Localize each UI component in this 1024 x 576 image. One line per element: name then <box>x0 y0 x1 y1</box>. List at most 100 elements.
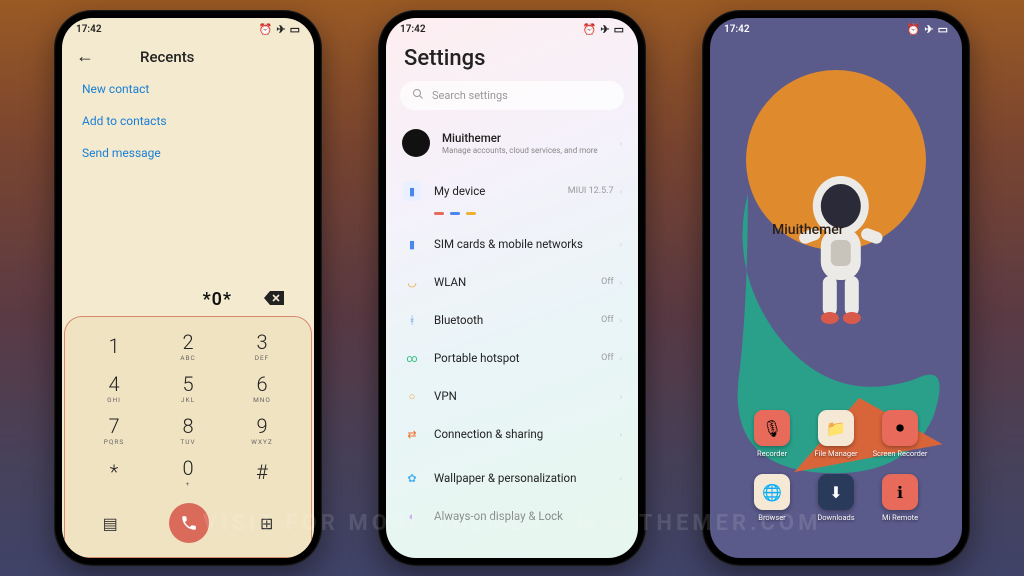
key-3[interactable]: 3DEF <box>225 327 299 367</box>
row-label: VPN <box>434 389 614 403</box>
key-8[interactable]: 8TUV <box>151 411 225 451</box>
send-message-link[interactable]: Send message <box>82 137 294 169</box>
alarm-icon: ⏰ <box>259 23 273 36</box>
row-meta: MIUI 12.5.7 <box>568 186 614 196</box>
backspace-icon[interactable] <box>264 290 284 309</box>
chevron-right-icon: › <box>620 316 622 325</box>
app-browser[interactable]: 🌐 Browser <box>740 474 804 522</box>
app-recorder[interactable]: 🎙 Recorder <box>740 410 804 458</box>
airplane-icon: ✈ <box>600 23 609 36</box>
folder-icon: 📁 <box>818 410 854 446</box>
astronaut-illustration <box>781 168 901 348</box>
chevron-right-icon: › <box>620 392 622 401</box>
call-button[interactable] <box>169 503 209 543</box>
settings-row-vpn[interactable]: ○ VPN › <box>400 377 624 415</box>
account-row[interactable]: Miuithemer Manage accounts, cloud servic… <box>400 120 624 166</box>
share-icon: ⇄ <box>402 424 422 444</box>
status-time: 17:42 <box>400 24 426 35</box>
app-mi-remote[interactable]: ℹ Mi Remote <box>868 474 932 522</box>
chevron-right-icon: › <box>620 430 622 439</box>
theme-label: Miuithemer <box>772 222 844 238</box>
key-7[interactable]: 7PQRS <box>77 411 151 451</box>
row-label: SIM cards & mobile networks <box>434 237 614 251</box>
chevron-right-icon: › <box>620 240 622 249</box>
settings-row-connection[interactable]: ⇄ Connection & sharing › <box>400 415 624 453</box>
key-9[interactable]: 9WXYZ <box>225 411 299 451</box>
sim-switch-icon[interactable]: ▤ <box>103 514 118 533</box>
bluetooth-icon: ᚼ <box>402 310 422 330</box>
dialpad-toggle-icon[interactable]: ⊞ <box>260 514 273 533</box>
aod-icon: ◐ <box>402 506 422 526</box>
device-icon: ▮ <box>402 181 422 201</box>
settings-row-bluetooth[interactable]: ᚼ Bluetooth Off › <box>400 301 624 339</box>
account-sub: Manage accounts, cloud services, and mor… <box>442 146 620 156</box>
wallpaper-icon: ✿ <box>402 468 422 488</box>
chevron-right-icon: › <box>620 474 622 483</box>
app-file-manager[interactable]: 📁 File Manager <box>804 410 868 458</box>
row-label: Portable hotspot <box>434 351 601 365</box>
page-title: Settings <box>386 40 638 81</box>
alarm-icon: ⏰ <box>583 23 597 36</box>
airplane-icon: ✈ <box>276 23 285 36</box>
hotspot-icon: ∞ <box>402 348 422 368</box>
battery-icon: ▭ <box>938 23 948 36</box>
settings-row-aod[interactable]: ◐ Always-on display & Lock <box>400 497 624 535</box>
row-meta: Off <box>601 353 613 363</box>
page-title: Recents <box>140 48 194 66</box>
battery-icon: ▭ <box>290 23 300 36</box>
avatar <box>402 129 430 157</box>
account-name: Miuithemer <box>442 131 620 145</box>
search-input[interactable]: Search settings <box>400 81 624 110</box>
settings-row-sim[interactable]: ▮ SIM cards & mobile networks › <box>400 225 624 263</box>
chevron-right-icon: › <box>620 354 622 363</box>
phone-homescreen: 17:42 ⏰ ✈ ▭ <box>702 10 970 566</box>
row-label: Always-on display & Lock <box>434 509 622 523</box>
phone-settings: 17:42 ⏰ ✈ ▭ Settings Search settings Miu… <box>378 10 646 566</box>
search-placeholder: Search settings <box>432 89 508 102</box>
chevron-right-icon: › <box>620 139 622 148</box>
row-label: Bluetooth <box>434 313 601 327</box>
battery-icon: ▭ <box>614 23 624 36</box>
sim-icon: ▮ <box>402 234 422 254</box>
key-star[interactable]: * <box>77 453 151 493</box>
key-5[interactable]: 5JKL <box>151 369 225 409</box>
row-label: My device <box>434 184 568 198</box>
chevron-right-icon: › <box>620 278 622 287</box>
new-contact-link[interactable]: New contact <box>82 73 294 105</box>
dialed-number: *0* <box>203 289 232 310</box>
key-2[interactable]: 2ABC <box>151 327 225 367</box>
key-0[interactable]: 0+ <box>151 453 225 493</box>
status-time: 17:42 <box>724 24 750 35</box>
key-hash[interactable]: # <box>225 453 299 493</box>
alarm-icon: ⏰ <box>907 23 921 36</box>
back-icon[interactable]: ← <box>76 46 94 67</box>
row-label: Wallpaper & personalization <box>434 471 620 485</box>
settings-row-wallpaper[interactable]: ✿ Wallpaper & personalization › <box>400 459 624 497</box>
my-device-row[interactable]: ▮ My device MIUI 12.5.7 › <box>400 172 624 210</box>
settings-row-wlan[interactable]: ◡ WLAN Off › <box>400 263 624 301</box>
accent-dots <box>400 210 624 219</box>
row-label: WLAN <box>434 275 601 289</box>
statusbar: 17:42 ⏰ ✈ ▭ <box>710 18 962 40</box>
vpn-icon: ○ <box>402 386 422 406</box>
settings-row-hotspot[interactable]: ∞ Portable hotspot Off › <box>400 339 624 377</box>
key-4[interactable]: 4GHI <box>77 369 151 409</box>
wifi-icon: ◡ <box>402 272 422 292</box>
add-to-contacts-link[interactable]: Add to contacts <box>82 105 294 137</box>
statusbar: 17:42 ⏰ ✈ ▭ <box>62 18 314 40</box>
search-icon <box>412 88 424 103</box>
chevron-right-icon: › <box>620 187 622 196</box>
key-1[interactable]: 1 <box>77 327 151 367</box>
row-meta: Off <box>601 315 613 325</box>
app-screen-recorder[interactable]: ⏺ Screen Recorder <box>868 410 932 458</box>
app-downloads[interactable]: ⬇ Downloads <box>804 474 868 522</box>
remote-icon: ℹ <box>882 474 918 510</box>
dial-keypad: 1 2ABC 3DEF 4GHI 5JKL 6MNO 7PQRS 8TUV 9W… <box>64 316 312 558</box>
phone-dialer: 17:42 ⏰ ✈ ▭ ← Recents New contact Add to… <box>54 10 322 566</box>
download-icon: ⬇ <box>818 474 854 510</box>
status-time: 17:42 <box>76 24 102 35</box>
globe-icon: 🌐 <box>754 474 790 510</box>
key-6[interactable]: 6MNO <box>225 369 299 409</box>
statusbar: 17:42 ⏰ ✈ ▭ <box>386 18 638 40</box>
row-label: Connection & sharing <box>434 427 614 441</box>
